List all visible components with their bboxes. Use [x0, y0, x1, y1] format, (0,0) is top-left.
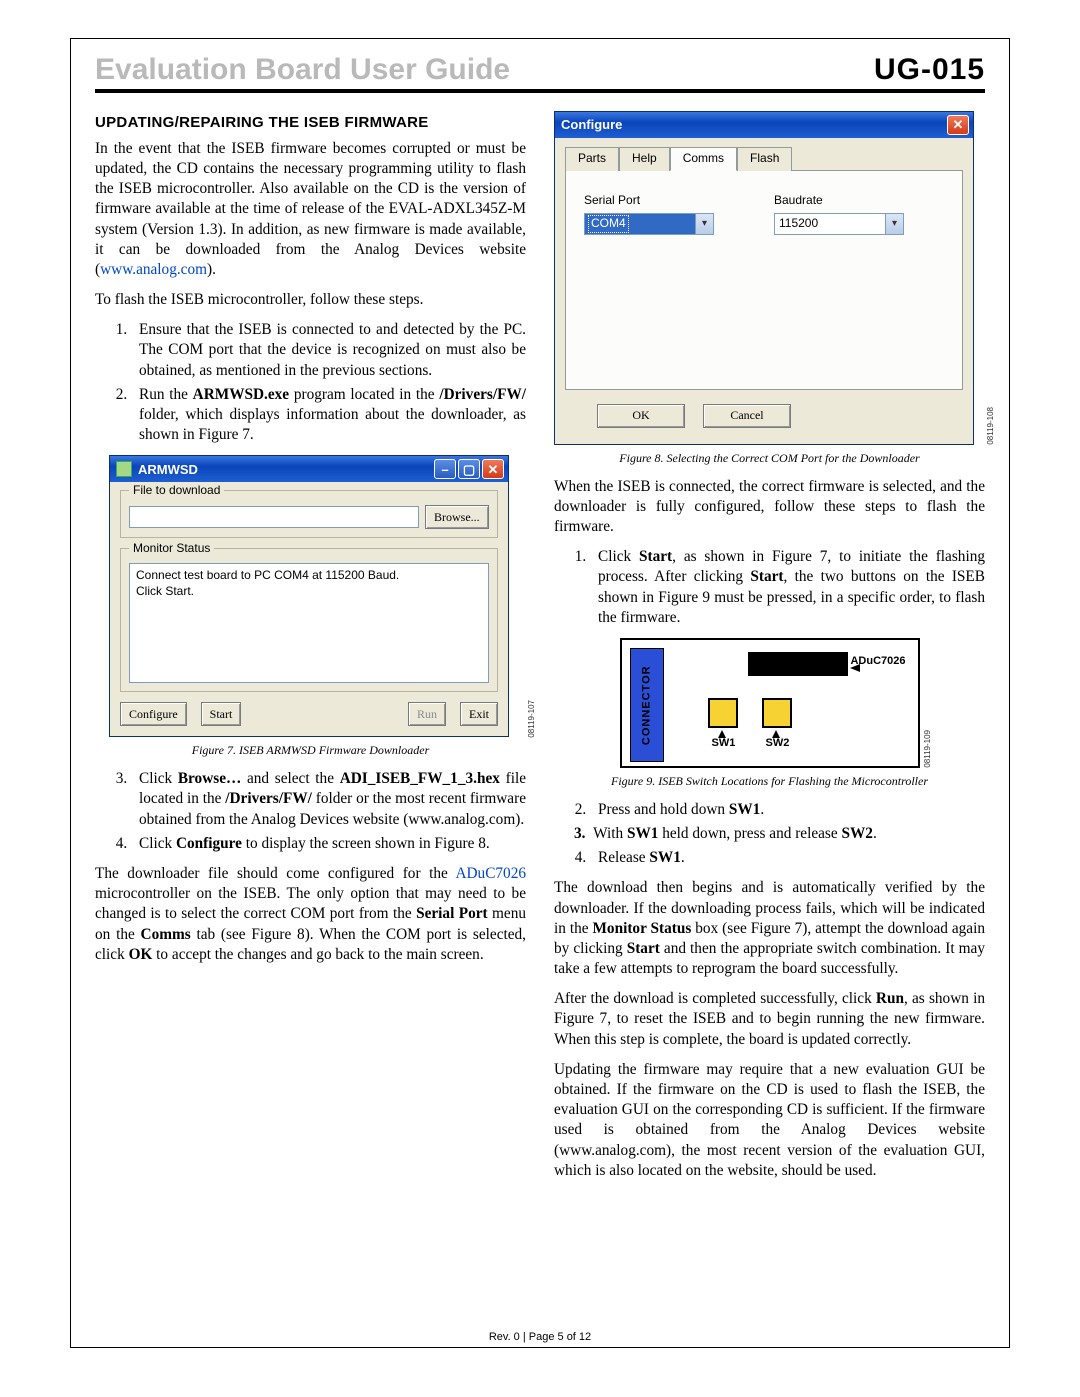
doc-title-strong: User Guide	[350, 53, 510, 86]
chip-label: ADuC7026	[850, 654, 905, 669]
file-group-label: File to download	[129, 483, 224, 499]
step-d3: 3. With SW1 held down, press and release…	[566, 824, 985, 844]
ok-button[interactable]: OK	[597, 404, 685, 428]
steps-list-b: Click Browse… and select the ADI_ISEB_FW…	[95, 769, 526, 854]
tab-strip: Parts Help Comms Flash	[565, 146, 963, 170]
close-icon[interactable]: ✕	[482, 459, 504, 479]
configure-titlebar: Configure ✕	[555, 112, 973, 138]
downloader-paragraph: The downloader file should come configur…	[95, 864, 526, 965]
configure-window: Configure ✕ Parts Help Comms Flash	[554, 111, 974, 445]
start-button[interactable]: Start	[201, 702, 242, 726]
aduc7026-chip	[748, 652, 848, 676]
steps-list-c: Click Start, as shown in Figure 7, to in…	[554, 547, 985, 628]
baudrate-combo[interactable]: 115200	[774, 213, 904, 235]
maximize-icon[interactable]: ▢	[458, 459, 480, 479]
file-to-download-group: File to download Browse...	[120, 490, 498, 538]
two-column-body: UPDATING/REPAIRING THE ISEB FIRMWARE In …	[95, 111, 985, 1191]
figure-8: Configure ✕ Parts Help Comms Flash	[554, 111, 985, 445]
step-d2: Press and hold down SW1.	[590, 800, 985, 820]
content-frame: Evaluation Board User Guide UG-015 UPDAT…	[70, 38, 1010, 1348]
minimize-icon[interactable]: –	[434, 459, 456, 479]
tab-flash[interactable]: Flash	[737, 147, 792, 171]
doc-title-light: Evaluation Board	[95, 53, 350, 86]
step-b3: Click Browse… and select the ADI_ISEB_FW…	[131, 769, 526, 830]
figure-8-id: 08119-108	[986, 407, 997, 445]
monitor-group-label: Monitor Status	[129, 541, 214, 557]
flash-lead: To flash the ISEB microcontroller, follo…	[95, 290, 526, 310]
serial-port-combo[interactable]: COM4	[584, 213, 714, 235]
app-icon	[116, 461, 132, 477]
tab-help[interactable]: Help	[619, 147, 670, 171]
steps-list-d: Press and hold down SW1. 3. With SW1 hel…	[554, 800, 985, 869]
sw2-label: SW2	[766, 736, 790, 751]
section-heading: UPDATING/REPAIRING THE ISEB FIRMWARE	[95, 113, 526, 133]
armwsd-window: ARMWSD – ▢ ✕ File to download	[109, 455, 509, 737]
figure-9: CONNECTOR ADuC7026 SW1 SW2 08119-109	[620, 638, 920, 768]
downloader-lead: The downloader file should come configur…	[95, 865, 455, 882]
sw2-button	[762, 698, 792, 728]
armwsd-title: ARMWSD	[138, 461, 198, 478]
steps-list-a: Ensure that the ISEB is connected to and…	[95, 320, 526, 445]
updating-gui-paragraph: Updating the firmware may require that a…	[554, 1060, 985, 1181]
figure-7: ARMWSD – ▢ ✕ File to download	[109, 455, 526, 737]
monitor-status-group: Monitor Status Connect test board to PC …	[120, 548, 498, 692]
analog-link[interactable]: www.analog.com	[100, 261, 207, 278]
configure-title: Configure	[561, 116, 622, 133]
sw1-label: SW1	[712, 736, 736, 751]
doc-code: UG-015	[874, 53, 985, 87]
page: Evaluation Board User Guide UG-015 UPDAT…	[0, 0, 1080, 1397]
aduc7026-link[interactable]: ADuC7026	[455, 865, 526, 882]
downloader-tail: microcontroller on the ISEB. The only op…	[95, 885, 526, 963]
connector-label: CONNECTOR	[639, 665, 654, 745]
chevron-down-icon[interactable]	[885, 214, 903, 234]
comms-tab-panel: Serial Port COM4 Baudrate 1152	[565, 170, 963, 390]
run-button[interactable]: Run	[408, 702, 446, 726]
serial-port-value: COM4	[589, 216, 628, 232]
right-column: Configure ✕ Parts Help Comms Flash	[554, 111, 985, 1191]
doc-header: Evaluation Board User Guide UG-015	[95, 53, 985, 93]
left-column: UPDATING/REPAIRING THE ISEB FIRMWARE In …	[95, 111, 526, 1191]
file-path-input[interactable]	[129, 506, 419, 528]
doc-title: Evaluation Board User Guide	[95, 53, 510, 87]
download-then-paragraph: The download then begins and is automati…	[554, 878, 985, 979]
page-footer: Rev. 0 | Page 5 of 12	[71, 1331, 1009, 1343]
armwsd-titlebar: ARMWSD – ▢ ✕	[110, 456, 508, 482]
figure-8-caption: Figure 8. Selecting the Correct COM Port…	[554, 451, 985, 467]
step-d4: Release SW1.	[590, 848, 985, 868]
step-a1: Ensure that the ISEB is connected to and…	[131, 320, 526, 381]
cancel-button[interactable]: Cancel	[703, 404, 791, 428]
step-b4: Click Configure to display the screen sh…	[131, 834, 526, 854]
figure-9-caption: Figure 9. ISEB Switch Locations for Flas…	[554, 774, 985, 790]
exit-button[interactable]: Exit	[460, 702, 498, 726]
tab-parts[interactable]: Parts	[565, 147, 619, 171]
monitor-status-box: Connect test board to PC COM4 at 115200 …	[129, 563, 489, 683]
connected-paragraph: When the ISEB is connected, the correct …	[554, 477, 985, 538]
after-run-paragraph: After the download is completed successf…	[554, 989, 985, 1050]
figure-7-caption: Figure 7. ISEB ARMWSD Firmware Downloade…	[95, 743, 526, 759]
step-c1: Click Start, as shown in Figure 7, to in…	[590, 547, 985, 628]
sw1-button	[708, 698, 738, 728]
intro-paragraph: In the event that the ISEB firmware beco…	[95, 139, 526, 280]
figure-7-id: 08119-107	[527, 700, 538, 738]
baudrate-label: Baudrate	[774, 193, 904, 209]
connector-block: CONNECTOR	[630, 648, 664, 762]
baudrate-value: 115200	[779, 216, 818, 232]
intro-tail: ).	[207, 261, 216, 278]
step-a2: Run the ARMWSD.exe program located in th…	[131, 385, 526, 446]
configure-button[interactable]: Configure	[120, 702, 187, 726]
close-icon[interactable]: ✕	[947, 115, 969, 135]
figure-9-id: 08119-109	[923, 730, 934, 768]
serial-port-label: Serial Port	[584, 193, 714, 209]
tab-comms[interactable]: Comms	[670, 147, 737, 171]
chevron-down-icon[interactable]	[695, 214, 713, 234]
iseb-board-diagram: CONNECTOR ADuC7026 SW1 SW2	[620, 638, 920, 768]
intro-text: In the event that the ISEB firmware beco…	[95, 140, 526, 278]
browse-button[interactable]: Browse...	[425, 505, 489, 529]
